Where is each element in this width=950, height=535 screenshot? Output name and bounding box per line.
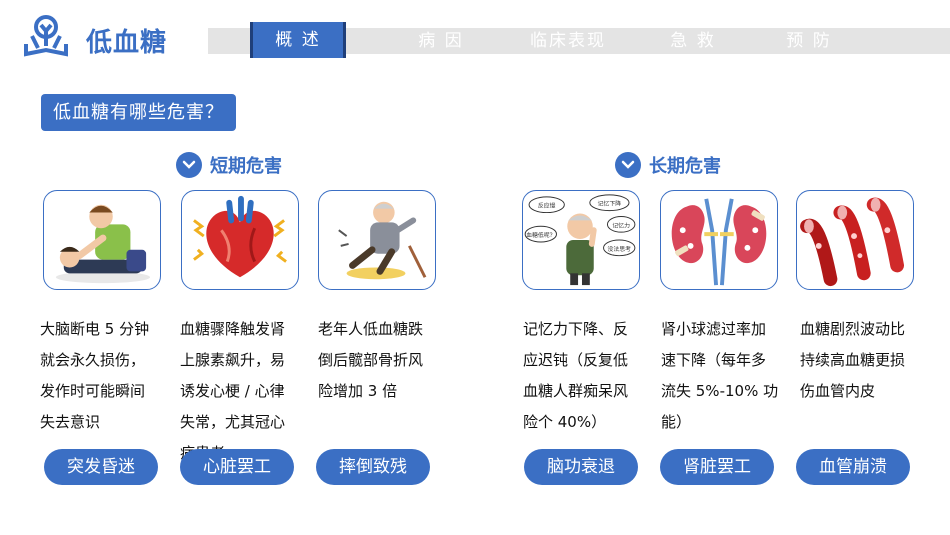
long-term-header: 长期危害 bbox=[615, 152, 721, 178]
tag-heart-failure[interactable]: 心脏罢工 bbox=[180, 449, 294, 485]
short-desc-heart: 血糖骤降触发肾上腺素飙升，易诱发心梗 / 心律失常，尤其冠心病患者 bbox=[180, 320, 286, 462]
bubble-5: 没法思考 bbox=[607, 245, 631, 253]
bubble-3: 血糖低呢？ bbox=[526, 231, 555, 239]
tag-sudden-coma[interactable]: 突发昏迷 bbox=[44, 449, 158, 485]
long-term-label: 长期危害 bbox=[649, 156, 721, 177]
short-desc-fall: 老年人低血糖跌倒后髋部骨折风险增加 3 倍 bbox=[318, 320, 424, 400]
confused-elder-icon: 反应慢 记忆下降 血糖低呢？ 记忆力 没法思考 bbox=[522, 190, 640, 290]
person-book-logo-icon bbox=[22, 14, 70, 58]
tab-symptoms[interactable]: 临床表现 bbox=[520, 28, 616, 54]
tag-brain-decline[interactable]: 脑功衰退 bbox=[524, 449, 638, 485]
question-banner: 低血糖有哪些危害？ bbox=[41, 94, 236, 131]
chevron-down-icon bbox=[176, 152, 202, 178]
short-term-label: 短期危害 bbox=[210, 156, 282, 177]
short-term-header: 短期危害 bbox=[176, 152, 282, 178]
tag-vessel-damage[interactable]: 血管崩溃 bbox=[796, 449, 910, 485]
bubble-1: 反应慢 bbox=[538, 202, 556, 210]
cpr-rescue-icon bbox=[43, 190, 161, 290]
tag-kidney-failure[interactable]: 肾脏罢工 bbox=[660, 449, 774, 485]
long-desc-kidney: 肾小球滤过率加速下降（每年多流失 5%-10% 功能） bbox=[661, 320, 779, 431]
app-title: 低血糖 bbox=[86, 28, 168, 58]
elderly-fall-icon bbox=[318, 190, 436, 290]
long-desc-vessel: 血糖剧烈波动比持续高血糖更损伤血管内皮 bbox=[800, 320, 906, 400]
kidney-icon bbox=[660, 190, 778, 290]
short-desc-coma: 大脑断电 5 分钟就会永久损伤，发作时可能瞬间失去意识 bbox=[40, 320, 150, 431]
tab-causes[interactable]: 病 因 bbox=[398, 28, 484, 54]
tag-fall-disability[interactable]: 摔倒致残 bbox=[316, 449, 430, 485]
long-desc-brain: 记忆力下降、反应迟钝（反复低血糖人群痴呆风险个 40%） bbox=[523, 320, 629, 431]
bubble-4: 记忆力 bbox=[612, 221, 630, 229]
bubble-2: 记忆下降 bbox=[598, 200, 622, 208]
chevron-down-icon bbox=[615, 152, 641, 178]
tab-prevention[interactable]: 预 防 bbox=[766, 28, 852, 54]
heart-icon bbox=[181, 190, 299, 290]
blood-vessel-icon bbox=[796, 190, 914, 290]
tab-first-aid[interactable]: 急 救 bbox=[650, 28, 736, 54]
tab-overview[interactable]: 概 述 bbox=[250, 22, 346, 58]
